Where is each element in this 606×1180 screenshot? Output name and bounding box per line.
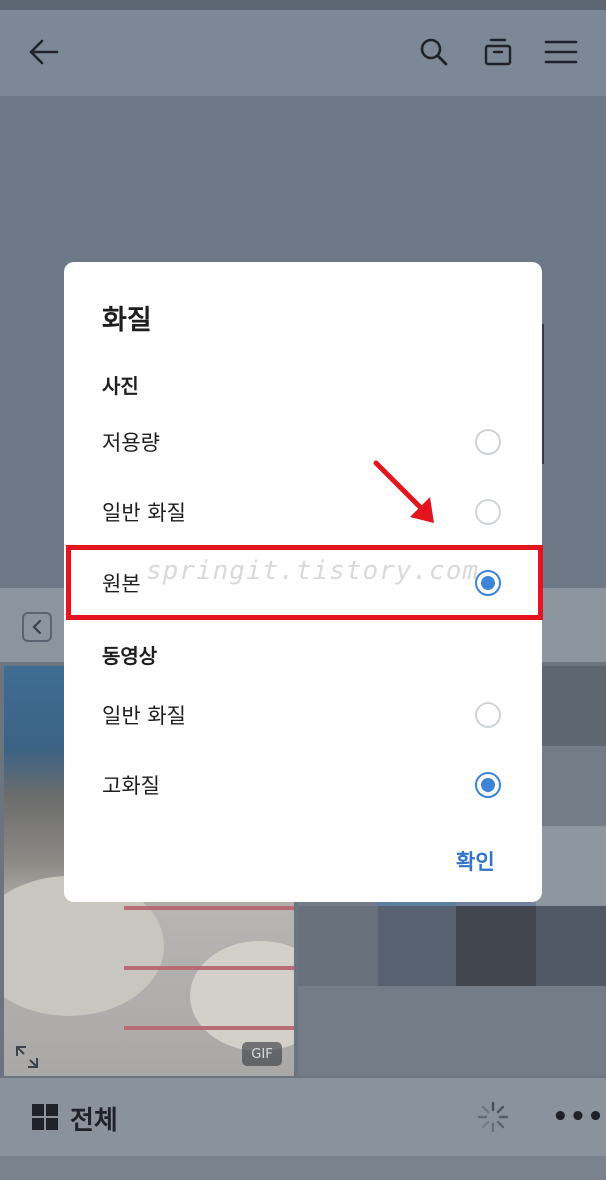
radio-button-selected[interactable] bbox=[475, 772, 501, 798]
confirm-button[interactable]: 확인 bbox=[456, 846, 495, 876]
hamburger-menu-icon[interactable] bbox=[539, 30, 583, 74]
section-photo-heading: 사진 bbox=[102, 374, 139, 398]
photo-detail-stripe bbox=[124, 1026, 294, 1030]
gif-badge: GIF bbox=[242, 1042, 282, 1066]
blur-tile bbox=[376, 906, 456, 986]
blur-tile bbox=[536, 826, 606, 906]
arrow-left-icon[interactable] bbox=[22, 30, 66, 74]
photo-detail-stripe bbox=[124, 966, 294, 970]
radio-button[interactable] bbox=[475, 702, 501, 728]
radio-button[interactable] bbox=[475, 499, 501, 525]
view-all-label[interactable]: 전체 bbox=[70, 1100, 118, 1137]
status-bar bbox=[0, 0, 606, 10]
option-label: 일반 화질 bbox=[102, 704, 186, 728]
option-video-high[interactable]: 고화질 bbox=[64, 750, 542, 820]
grid-icon[interactable] bbox=[32, 1104, 58, 1130]
system-nav-bar bbox=[0, 1156, 606, 1180]
option-video-normal[interactable]: 일반 화질 bbox=[64, 680, 542, 750]
chevron-left-icon[interactable] bbox=[22, 612, 52, 642]
search-icon[interactable] bbox=[412, 30, 456, 74]
option-label: 일반 화질 bbox=[102, 501, 186, 525]
radio-button[interactable] bbox=[475, 429, 501, 455]
archive-box-icon[interactable] bbox=[476, 30, 520, 74]
blur-tile bbox=[536, 906, 606, 986]
dialog-title: 화질 bbox=[102, 305, 152, 336]
more-options-icon[interactable]: ••• bbox=[552, 1104, 605, 1130]
top-app-bar bbox=[0, 10, 606, 96]
blur-tile bbox=[456, 906, 536, 986]
red-arrow-icon bbox=[368, 455, 448, 535]
option-photo-normal[interactable]: 일반 화질 bbox=[64, 477, 542, 547]
blur-tile bbox=[298, 906, 378, 986]
option-label: 고화질 bbox=[102, 774, 160, 798]
photo-detail-bowl bbox=[190, 941, 294, 1051]
expand-icon[interactable] bbox=[14, 1044, 40, 1070]
blur-tile bbox=[536, 666, 606, 746]
option-label: 저용량 bbox=[102, 431, 160, 455]
option-photo-low[interactable]: 저용량 bbox=[64, 407, 542, 477]
photo-detail-stripe bbox=[124, 906, 294, 910]
spinner-icon bbox=[476, 1100, 510, 1134]
watermark-text: springit.tistory.com bbox=[146, 556, 480, 586]
section-video-heading: 동영상 bbox=[102, 644, 158, 668]
